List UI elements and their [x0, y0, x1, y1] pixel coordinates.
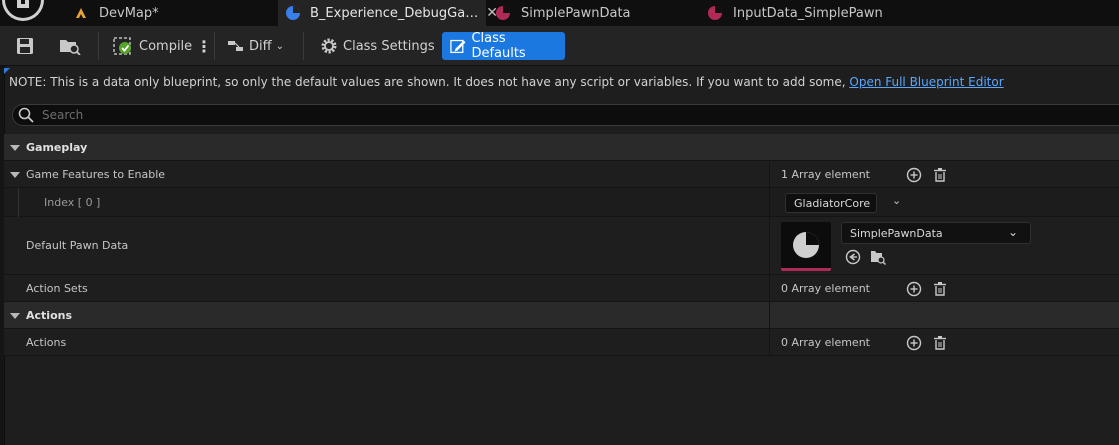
property-action-sets: Action Sets 0 Array element [4, 275, 1119, 302]
tab-b-experience[interactable]: B_Experience_DebugGa… ✕ [278, 0, 498, 26]
game-feature-combo[interactable]: GladiatorCore [785, 193, 877, 213]
pawn-data-picker[interactable]: SimplePawnData ⌄ [841, 222, 1031, 244]
indent-guide [18, 188, 19, 217]
diff-label: Diff [249, 38, 272, 54]
toolbar-separator [214, 32, 215, 60]
add-element-icon[interactable] [906, 281, 922, 297]
blueprint-icon [285, 4, 301, 22]
tab-inputdata-simplepawn[interactable]: InputData_SimplePawn [706, 0, 926, 26]
category-title: Gameplay [26, 141, 88, 154]
compile-button[interactable]: Compile [113, 32, 192, 60]
tab-simplepawndata[interactable]: SimplePawnData [494, 0, 694, 26]
trash-icon[interactable] [932, 281, 948, 297]
note-text: NOTE: This is a data only blueprint, so … [9, 75, 846, 89]
array-count: 1 Array element [781, 168, 870, 181]
property-label: Default Pawn Data [26, 239, 129, 252]
browse-asset-icon[interactable] [870, 249, 886, 265]
tab-label: SimplePawnData [521, 5, 631, 21]
toolbar-separator [98, 32, 99, 60]
search-box[interactable] [12, 104, 1119, 126]
expand-arrow-icon[interactable] [10, 145, 20, 151]
class-settings-label: Class Settings [343, 38, 435, 54]
search-icon [18, 107, 34, 123]
toolbar: Compile ⋮ Diff ⌄ Class Settings Class De… [0, 26, 1119, 66]
folder-search-icon [60, 40, 81, 55]
property-game-features: Game Features to Enable 1 Array element [4, 161, 1119, 188]
chevron-down-icon: ⌄ [275, 40, 284, 52]
array-count: 0 Array element [781, 282, 870, 295]
diff-button[interactable]: Diff ⌄ [227, 32, 284, 60]
panel-corner-marker [4, 68, 10, 74]
class-defaults-button[interactable]: Class Defaults [442, 31, 565, 61]
tab-label: DevMap* [99, 5, 159, 21]
asset-thumbnail[interactable] [781, 222, 831, 271]
property-label: Index [ 0 ] [44, 196, 101, 209]
compile-options-button[interactable]: ⋮ [196, 32, 212, 60]
class-defaults-label: Class Defaults [471, 31, 526, 61]
property-label: Action Sets [26, 282, 88, 295]
compile-label: Compile [139, 38, 193, 54]
use-selected-icon[interactable] [845, 249, 861, 265]
class-settings-button[interactable]: Class Settings [320, 32, 435, 60]
data-asset-icon [494, 4, 512, 22]
edit-defaults-icon [450, 39, 466, 54]
category-gameplay[interactable]: Gameplay [4, 134, 1119, 161]
trash-icon[interactable] [932, 335, 948, 351]
data-only-note: NOTE: This is a data only blueprint, so … [9, 75, 1004, 89]
tab-label: B_Experience_DebugGa… [310, 5, 479, 21]
tab-devmap[interactable]: DevMap* [72, 0, 277, 26]
compile-icon [113, 37, 131, 55]
toolbar-separator [303, 32, 304, 60]
add-element-icon[interactable] [906, 167, 922, 183]
add-element-icon[interactable] [906, 335, 922, 351]
array-count: 0 Array element [781, 336, 870, 349]
gear-icon [321, 38, 337, 54]
trash-icon[interactable] [932, 167, 948, 183]
browse-button[interactable] [59, 32, 81, 60]
save-icon [17, 38, 33, 54]
chevron-down-icon: ⌄ [1007, 225, 1018, 239]
diff-icon [228, 41, 243, 51]
combo-value: GladiatorCore [794, 196, 871, 210]
category-actions[interactable]: Actions [4, 302, 1119, 329]
expand-arrow-icon[interactable] [10, 172, 20, 178]
data-asset-icon [706, 4, 724, 22]
property-index-0: Index [ 0 ] GladiatorCore ⌄ [4, 188, 1119, 217]
combo-value: SimplePawnData [850, 226, 943, 240]
search-input[interactable] [42, 108, 942, 122]
open-full-editor-link[interactable]: Open Full Blueprint Editor [849, 75, 1003, 89]
level-map-icon [72, 4, 90, 22]
property-actions: Actions 0 Array element [4, 329, 1119, 356]
expand-arrow-icon[interactable] [10, 313, 20, 319]
chevron-down-icon[interactable]: ⌄ [892, 194, 901, 207]
more-options-icon: ⋮ [196, 36, 212, 56]
data-asset-thumbnail-icon [793, 232, 819, 258]
tab-label: InputData_SimplePawn [733, 5, 883, 21]
property-label: Game Features to Enable [26, 168, 166, 181]
unreal-logo-icon[interactable] [0, 0, 46, 26]
tab-bar: DevMap* B_Experience_DebugGa… ✕ SimplePa… [0, 0, 1119, 26]
category-title: Actions [26, 309, 72, 322]
save-button[interactable] [16, 32, 34, 60]
property-label: Actions [26, 336, 67, 349]
column-splitter[interactable] [769, 162, 770, 356]
